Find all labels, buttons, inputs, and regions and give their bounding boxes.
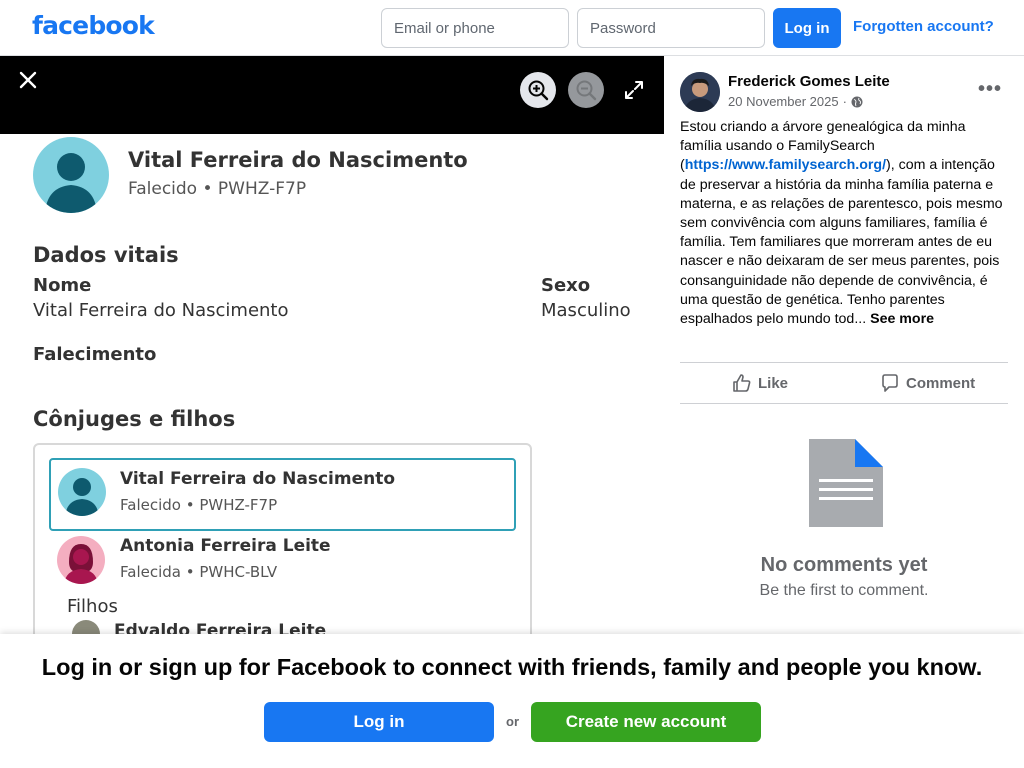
zoom-out-icon[interactable] xyxy=(568,72,604,108)
child-name: Edvaldo Ferreira Leite xyxy=(114,621,327,634)
avatar xyxy=(33,137,109,213)
banner-login-button[interactable]: Log in xyxy=(264,702,494,742)
person-name: Vital Ferreira do Nascimento xyxy=(128,148,468,172)
create-account-button[interactable]: Create new account xyxy=(531,702,761,742)
children-label: Filhos xyxy=(67,596,118,617)
person-status: Falecido • PWHZ-F7P xyxy=(128,179,307,199)
photo-viewer-toolbar xyxy=(0,56,664,134)
divider xyxy=(680,403,1008,404)
avatar xyxy=(57,536,105,584)
comment-label: Comment xyxy=(906,374,976,392)
post-date-text[interactable]: 20 November 2025 xyxy=(728,94,839,109)
post-text: Estou criando a árvore genealógica da mi… xyxy=(680,118,1010,329)
thumbs-up-icon xyxy=(733,374,751,392)
spouse-name: Vital Ferreira do Nascimento xyxy=(120,469,396,489)
post-author[interactable]: Frederick Gomes Leite xyxy=(728,73,890,90)
zoom-in-icon[interactable] xyxy=(520,72,556,108)
signup-banner: Log in or sign up for Facebook to connec… xyxy=(0,634,1024,768)
no-comments-subtitle: Be the first to comment. xyxy=(759,582,929,599)
banner-message: Log in or sign up for Facebook to connec… xyxy=(41,654,983,680)
login-button[interactable]: Log in xyxy=(773,8,841,48)
fullscreen-icon[interactable] xyxy=(622,78,646,102)
familysearch-screenshot: Vital Ferreira do Nascimento Falecido • … xyxy=(0,134,664,634)
photo-viewer: Vital Ferreira do Nascimento Falecido • … xyxy=(0,56,664,634)
password-input[interactable] xyxy=(577,8,765,48)
name-value: Vital Ferreira do Nascimento xyxy=(33,300,289,321)
comment-button[interactable]: Comment xyxy=(880,368,975,398)
death-label: Falecimento xyxy=(33,344,157,365)
or-separator: or xyxy=(506,714,519,729)
like-label: Like xyxy=(758,374,789,392)
email-input[interactable] xyxy=(381,8,569,48)
close-icon[interactable] xyxy=(16,68,40,92)
like-button[interactable]: Like xyxy=(732,368,788,398)
avatar[interactable] xyxy=(680,72,720,112)
spouse-name: Antonia Ferreira Leite xyxy=(120,536,331,556)
avatar xyxy=(58,468,106,516)
no-comments-title: No comments yet xyxy=(760,554,928,576)
name-label: Nome xyxy=(33,275,92,296)
see-more-link[interactable]: See more xyxy=(870,311,934,327)
post-text-part: ), com a intenção de preservar a históri… xyxy=(680,157,1003,328)
facebook-logo[interactable]: facebook xyxy=(32,11,155,40)
spouse-status: Falecida • PWHC-BLV xyxy=(120,563,278,581)
globe-icon xyxy=(851,96,863,107)
comment-icon xyxy=(882,374,898,392)
vitals-heading: Dados vitais xyxy=(33,243,179,267)
more-options-icon[interactable]: ••• xyxy=(978,78,1002,101)
sex-value: Masculino xyxy=(541,300,631,321)
spouse-status: Falecido • PWHZ-F7P xyxy=(120,496,278,514)
sex-label: Sexo xyxy=(541,275,591,296)
post-date: 20 November 2025 · xyxy=(728,94,863,109)
document-icon xyxy=(809,439,883,527)
familysearch-link[interactable]: https://www.familysearch.org/ xyxy=(685,157,886,173)
dot-separator: · xyxy=(842,94,847,109)
divider xyxy=(680,362,1008,363)
forgotten-account-link[interactable]: Forgotten account? xyxy=(853,18,994,35)
post-panel: Frederick Gomes Leite 20 November 2025 ·… xyxy=(664,56,1024,634)
family-heading: Cônjuges e filhos xyxy=(33,407,236,431)
top-navbar: facebook Log in Forgotten account? xyxy=(0,0,1024,56)
